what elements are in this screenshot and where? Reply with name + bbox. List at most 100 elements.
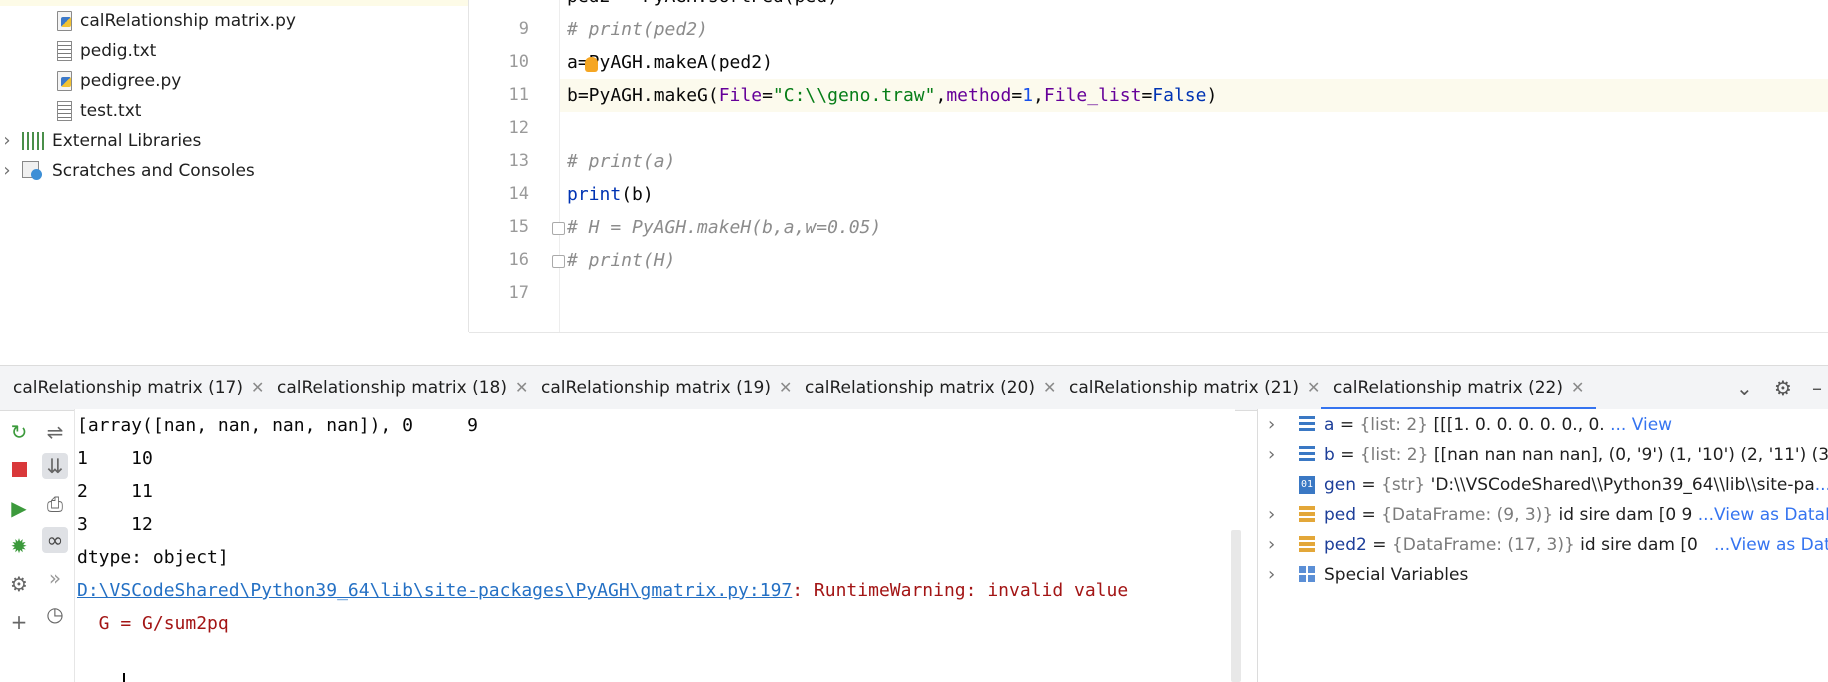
- code-line: b=PyAGH.makeG(File="C:\\geno.traw",metho…: [567, 85, 1218, 106]
- play-icon[interactable]: ▶: [6, 495, 32, 521]
- file-name: pedig.txt: [80, 41, 157, 61]
- list-icon: [1299, 446, 1315, 464]
- chevron-right-icon[interactable]: ›: [0, 156, 14, 186]
- variable-name: ped: [1324, 505, 1357, 525]
- special-variables-label: Special Variables: [1324, 565, 1469, 585]
- tab-console-22[interactable]: calRelationship matrix (22) ✕: [1320, 366, 1597, 410]
- intention-bulb-icon[interactable]: [585, 57, 598, 72]
- fold-marker-icon[interactable]: [552, 255, 565, 268]
- tab-console-19[interactable]: calRelationship matrix (19) ✕: [541, 366, 792, 410]
- tree-item-pedigree-py[interactable]: pedigree.py: [56, 66, 181, 96]
- chevron-right-icon[interactable]: ›: [0, 126, 14, 156]
- view-link[interactable]: ... View: [1610, 415, 1672, 435]
- line-number: 9: [518, 19, 529, 39]
- line-number-gutter: 9 10 11 12 13 14 15 16 17: [469, 0, 565, 332]
- tab-console-21[interactable]: calRelationship matrix (21) ✕: [1069, 366, 1320, 410]
- tab-console-18[interactable]: calRelationship matrix (18) ✕: [277, 366, 528, 410]
- code-line: ped2 = PyAGH.sortPed(ped): [567, 0, 838, 13]
- view-as-dataframe-link[interactable]: ...View as DataFrame: [1698, 505, 1828, 525]
- line-number: 15: [508, 217, 529, 237]
- console-line: 3 12: [77, 514, 153, 535]
- chevron-right-icon[interactable]: ›: [1268, 440, 1275, 470]
- text-file-icon: [56, 101, 72, 121]
- editor-horizontal-scrollbar[interactable]: [469, 332, 1828, 366]
- variable-value: id sire dam [0 9: [1558, 505, 1693, 525]
- line-number: 17: [508, 283, 529, 303]
- close-icon[interactable]: ✕: [1307, 378, 1320, 397]
- console-tab-bar: calRelationship matrix (17) ✕ calRelation…: [0, 365, 1828, 411]
- gear-icon[interactable]: ⚙: [1774, 376, 1792, 400]
- variable-type: {DataFrame: (9, 3)}: [1381, 505, 1554, 525]
- scroll-to-end-icon[interactable]: ⇊: [42, 453, 68, 479]
- tab-console-20[interactable]: calRelationship matrix (20) ✕: [805, 366, 1056, 410]
- chevron-right-icon[interactable]: ›: [1268, 500, 1275, 530]
- line-number: 10: [508, 52, 529, 72]
- console-line: G = G/sum2pq: [77, 613, 229, 634]
- history-clock-icon[interactable]: ◷: [42, 601, 68, 627]
- view-as-dataframe-link[interactable]: ...View as DataFrame: [1714, 535, 1828, 555]
- tree-item-label: Scratches and Consoles: [52, 161, 255, 181]
- tree-item-calrelationship-py[interactable]: calRelationship matrix.py: [56, 6, 296, 36]
- chevron-down-icon[interactable]: ⌄: [1736, 376, 1753, 400]
- input-caret: [123, 673, 125, 682]
- code-editor[interactable]: 9 10 11 12 13 14 15 16 17 ped2 = PyAGH.s…: [468, 0, 1828, 366]
- file-name: calRelationship matrix.py: [80, 11, 296, 31]
- variable-type: {list: 2}: [1359, 415, 1429, 435]
- close-icon[interactable]: ✕: [515, 378, 528, 397]
- tree-item-pedig-txt[interactable]: pedig.txt: [56, 36, 156, 66]
- python-file-icon: [56, 11, 72, 31]
- dataframe-icon: [1299, 506, 1315, 524]
- variables-panel: › a = {list: 2} [[[1. 0. 0. 0. 0. 0., 0.…: [1257, 409, 1828, 682]
- fold-marker-icon[interactable]: [552, 222, 565, 235]
- chevron-right-icon[interactable]: ›: [1268, 530, 1275, 560]
- view-link[interactable]: ... View: [1815, 475, 1828, 495]
- print-icon[interactable]: ⎙: [42, 491, 68, 517]
- variable-name: a: [1324, 415, 1335, 435]
- tree-item-scratches[interactable]: › Scratches and Consoles: [0, 156, 255, 186]
- file-name: test.txt: [80, 101, 142, 121]
- console-run-toolbar: ↻ ▶ ✹ ⚙ +: [0, 409, 36, 682]
- debug-icon[interactable]: ✹: [6, 533, 32, 559]
- close-icon[interactable]: ✕: [779, 378, 792, 397]
- list-icon: [1299, 416, 1315, 434]
- close-icon[interactable]: ✕: [1571, 378, 1584, 397]
- tab-label: calRelationship matrix (17): [13, 378, 243, 398]
- console-line: 2 11: [77, 481, 153, 502]
- close-icon[interactable]: ✕: [1043, 378, 1056, 397]
- variable-name: ped2: [1324, 535, 1367, 555]
- tree-item-label: External Libraries: [52, 131, 202, 151]
- python-console-output[interactable]: [array([nan, nan, nan, nan]), 0 9 1 10 2…: [75, 409, 1235, 682]
- settings-icon[interactable]: ⚙: [6, 571, 32, 597]
- tab-console-17[interactable]: calRelationship matrix (17) ✕: [13, 366, 264, 410]
- rerun-icon[interactable]: ↻: [6, 419, 32, 445]
- file-name: pedigree.py: [80, 71, 182, 91]
- console-line: [array([nan, nan, nan, nan]), 0 9: [77, 415, 478, 436]
- line-number: 12: [508, 118, 529, 138]
- console-vertical-scrollbar[interactable]: [1231, 530, 1241, 682]
- chevron-right-icon[interactable]: ›: [1268, 560, 1275, 590]
- variable-type: {str}: [1381, 475, 1426, 495]
- tab-label: calRelationship matrix (19): [541, 378, 771, 398]
- show-variables-icon[interactable]: ∞: [42, 527, 68, 553]
- line-number: 11: [508, 85, 529, 105]
- dataframe-icon: [1299, 536, 1315, 554]
- tree-item-test-txt[interactable]: test.txt: [56, 96, 141, 126]
- command-queue-icon[interactable]: »: [42, 565, 68, 591]
- chevron-right-icon[interactable]: ›: [1268, 410, 1275, 440]
- variable-value: [[nan nan nan nan], (0, '9') (1, '10') (…: [1433, 445, 1828, 465]
- add-icon[interactable]: +: [6, 609, 32, 635]
- stop-icon[interactable]: [6, 457, 32, 483]
- file-link[interactable]: D:\VSCodeShared\Python39_64\lib\site-pac…: [77, 580, 792, 601]
- soft-wrap-icon[interactable]: ⇌: [42, 419, 68, 445]
- close-icon[interactable]: ✕: [251, 378, 264, 397]
- line-number: 13: [508, 151, 529, 171]
- variable-name: gen: [1324, 475, 1357, 495]
- minimize-icon[interactable]: –: [1812, 376, 1822, 400]
- scratches-icon: [22, 161, 44, 181]
- tree-item-external-libraries[interactable]: › External Libraries: [0, 126, 201, 156]
- tab-label: calRelationship matrix (18): [277, 378, 507, 398]
- code-line: # print(a): [567, 151, 676, 172]
- console-line: dtype: object]: [77, 547, 229, 568]
- code-line: print(b): [567, 184, 654, 205]
- tab-label: calRelationship matrix (20): [805, 378, 1035, 398]
